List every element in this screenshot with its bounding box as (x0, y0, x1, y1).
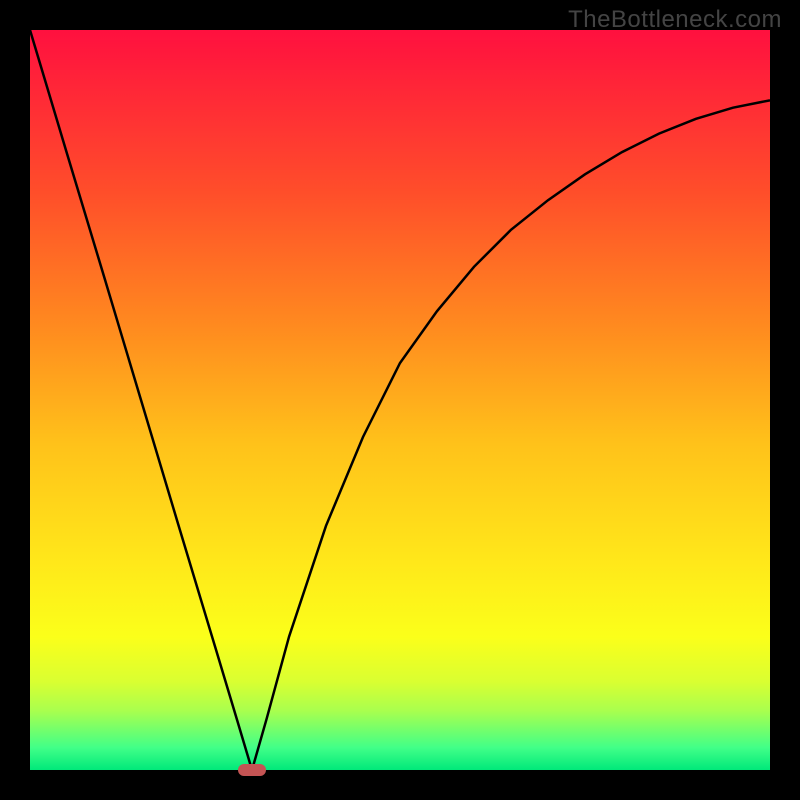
bottleneck-curve (30, 30, 770, 770)
chart-plot-area (30, 30, 770, 770)
watermark-text: TheBottleneck.com (568, 6, 782, 34)
minimum-marker (238, 764, 266, 776)
